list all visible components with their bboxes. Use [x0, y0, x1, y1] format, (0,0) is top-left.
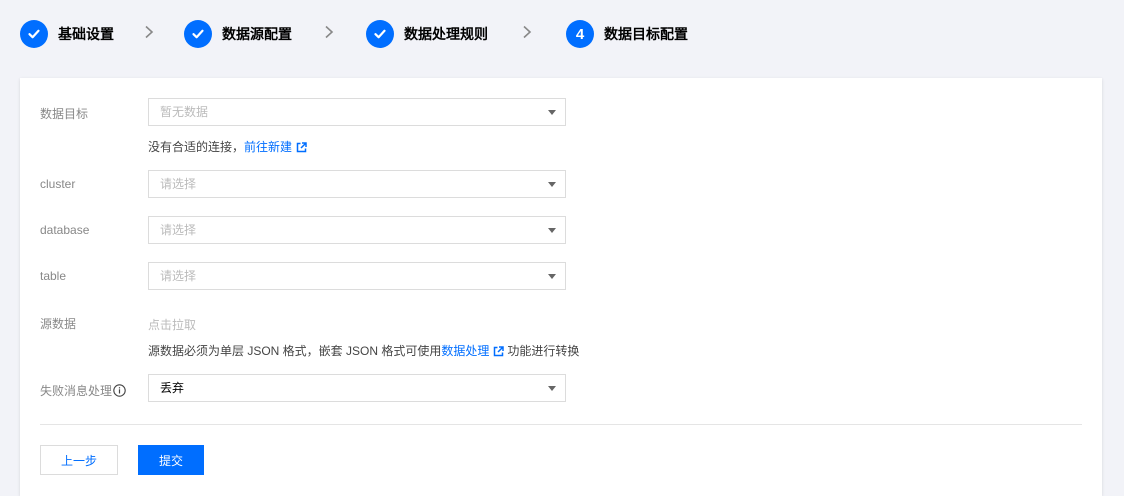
prev-step-button[interactable]: 上一步 [40, 445, 118, 475]
target-hint: 没有合适的连接，前往新建 [148, 138, 307, 156]
step-label: 数据源配置 [222, 26, 292, 42]
database-label: database [40, 223, 90, 237]
table-select[interactable]: 请选择 [148, 262, 566, 290]
step-4: 4 数据目标配置 [566, 20, 688, 48]
create-new-link[interactable]: 前往新建 [244, 140, 292, 154]
failure-label: 失败消息处理 [40, 382, 126, 400]
database-select[interactable]: 请选择 [148, 216, 566, 244]
step-label: 数据目标配置 [604, 26, 688, 42]
caret-down-icon [548, 274, 556, 279]
divider [40, 424, 1082, 425]
external-link-icon[interactable] [493, 346, 505, 360]
data-processing-link[interactable]: 数据处理 [441, 344, 489, 358]
submit-button[interactable]: 提交 [138, 445, 204, 475]
check-icon [366, 20, 394, 48]
check-icon [184, 20, 212, 48]
failure-label-text: 失败消息处理 [40, 384, 113, 398]
fetch-source-link[interactable]: 点击拉取 [148, 316, 196, 333]
table-label: table [40, 269, 67, 283]
caret-down-icon [548, 228, 556, 233]
chevron-right-icon [324, 25, 334, 44]
failure-select[interactable]: 丢弃 [148, 374, 566, 402]
step-label: 数据处理规则 [404, 26, 488, 42]
form-card: 数据目标 暂无数据 没有合适的连接，前往新建 cluster 请选择 datab… [20, 78, 1102, 496]
target-hint-text: 没有合适的连接， [148, 140, 245, 154]
target-label: 数据目标 [40, 107, 89, 121]
source-hint: 源数据必须为单层 JSON 格式，嵌套 JSON 格式可使用数据处理 功能进行转换 [148, 342, 579, 360]
step-1: 基础设置 [20, 20, 114, 48]
failure-select-value: 丢弃 [160, 381, 185, 395]
chevron-right-icon [144, 25, 154, 44]
target-select-value: 暂无数据 [160, 105, 209, 119]
cluster-select-value: 请选择 [160, 177, 197, 191]
target-select[interactable]: 暂无数据 [148, 98, 566, 126]
external-link-icon[interactable] [296, 142, 307, 156]
source-hint-text: 源数据必须为单层 JSON 格式，嵌套 JSON 格式可使用 [148, 344, 442, 358]
source-hint-suffix: 功能进行转换 [507, 344, 580, 358]
source-label: 源数据 [40, 317, 77, 331]
cluster-label: cluster [40, 177, 76, 191]
step-label: 基础设置 [58, 26, 114, 42]
table-select-value: 请选择 [160, 269, 197, 283]
step-2: 数据源配置 [184, 20, 292, 48]
steps-bar: 基础设置 数据源配置 数据处理规则 4 数据目标配置 [20, 19, 688, 49]
cluster-select[interactable]: 请选择 [148, 170, 566, 198]
database-select-value: 请选择 [160, 223, 197, 237]
step-3: 数据处理规则 [366, 20, 488, 48]
caret-down-icon [548, 386, 556, 391]
info-icon[interactable] [113, 384, 126, 400]
step-number: 4 [566, 20, 594, 48]
caret-down-icon [548, 182, 556, 187]
caret-down-icon [548, 110, 556, 115]
check-icon [20, 20, 48, 48]
chevron-right-icon [522, 25, 532, 44]
